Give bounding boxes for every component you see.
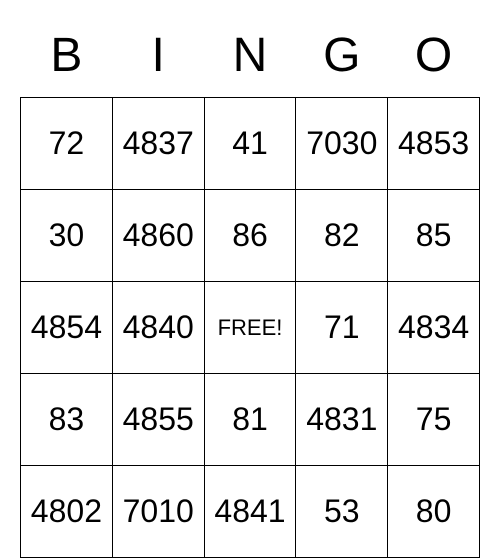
bingo-cell-free[interactable]: FREE! bbox=[204, 282, 296, 374]
bingo-cell[interactable]: 82 bbox=[296, 190, 388, 282]
bingo-row: 72 4837 41 7030 4853 bbox=[21, 98, 480, 190]
bingo-cell[interactable]: 86 bbox=[204, 190, 296, 282]
bingo-cell[interactable]: 4831 bbox=[296, 374, 388, 466]
bingo-header-g: G bbox=[296, 20, 388, 98]
bingo-cell[interactable]: 71 bbox=[296, 282, 388, 374]
bingo-grid: 72 4837 41 7030 4853 30 4860 86 82 85 48… bbox=[21, 98, 480, 558]
bingo-cell[interactable]: 83 bbox=[21, 374, 113, 466]
bingo-cell[interactable]: 4840 bbox=[112, 282, 204, 374]
bingo-cell[interactable]: 75 bbox=[388, 374, 480, 466]
bingo-cell[interactable]: 4855 bbox=[112, 374, 204, 466]
bingo-cell[interactable]: 81 bbox=[204, 374, 296, 466]
bingo-cell[interactable]: 4853 bbox=[388, 98, 480, 190]
bingo-cell[interactable]: 4860 bbox=[112, 190, 204, 282]
bingo-header-row: B I N G O bbox=[21, 20, 480, 98]
bingo-row: 4854 4840 FREE! 71 4834 bbox=[21, 282, 480, 374]
bingo-row: 30 4860 86 82 85 bbox=[21, 190, 480, 282]
bingo-cell[interactable]: 41 bbox=[204, 98, 296, 190]
bingo-cell[interactable]: 85 bbox=[388, 190, 480, 282]
bingo-row: 83 4855 81 4831 75 bbox=[21, 374, 480, 466]
bingo-header-b: B bbox=[21, 20, 113, 98]
bingo-cell[interactable]: 4834 bbox=[388, 282, 480, 374]
bingo-card: B I N G O 72 4837 41 7030 4853 30 4860 8… bbox=[20, 20, 480, 558]
bingo-header-i: I bbox=[112, 20, 204, 98]
bingo-header-n: N bbox=[204, 20, 296, 98]
bingo-header-o: O bbox=[388, 20, 480, 98]
bingo-cell[interactable]: 4837 bbox=[112, 98, 204, 190]
bingo-cell[interactable]: 72 bbox=[21, 98, 113, 190]
bingo-cell[interactable]: 4854 bbox=[21, 282, 113, 374]
bingo-cell[interactable]: 30 bbox=[21, 190, 113, 282]
bingo-cell[interactable]: 7030 bbox=[296, 98, 388, 190]
